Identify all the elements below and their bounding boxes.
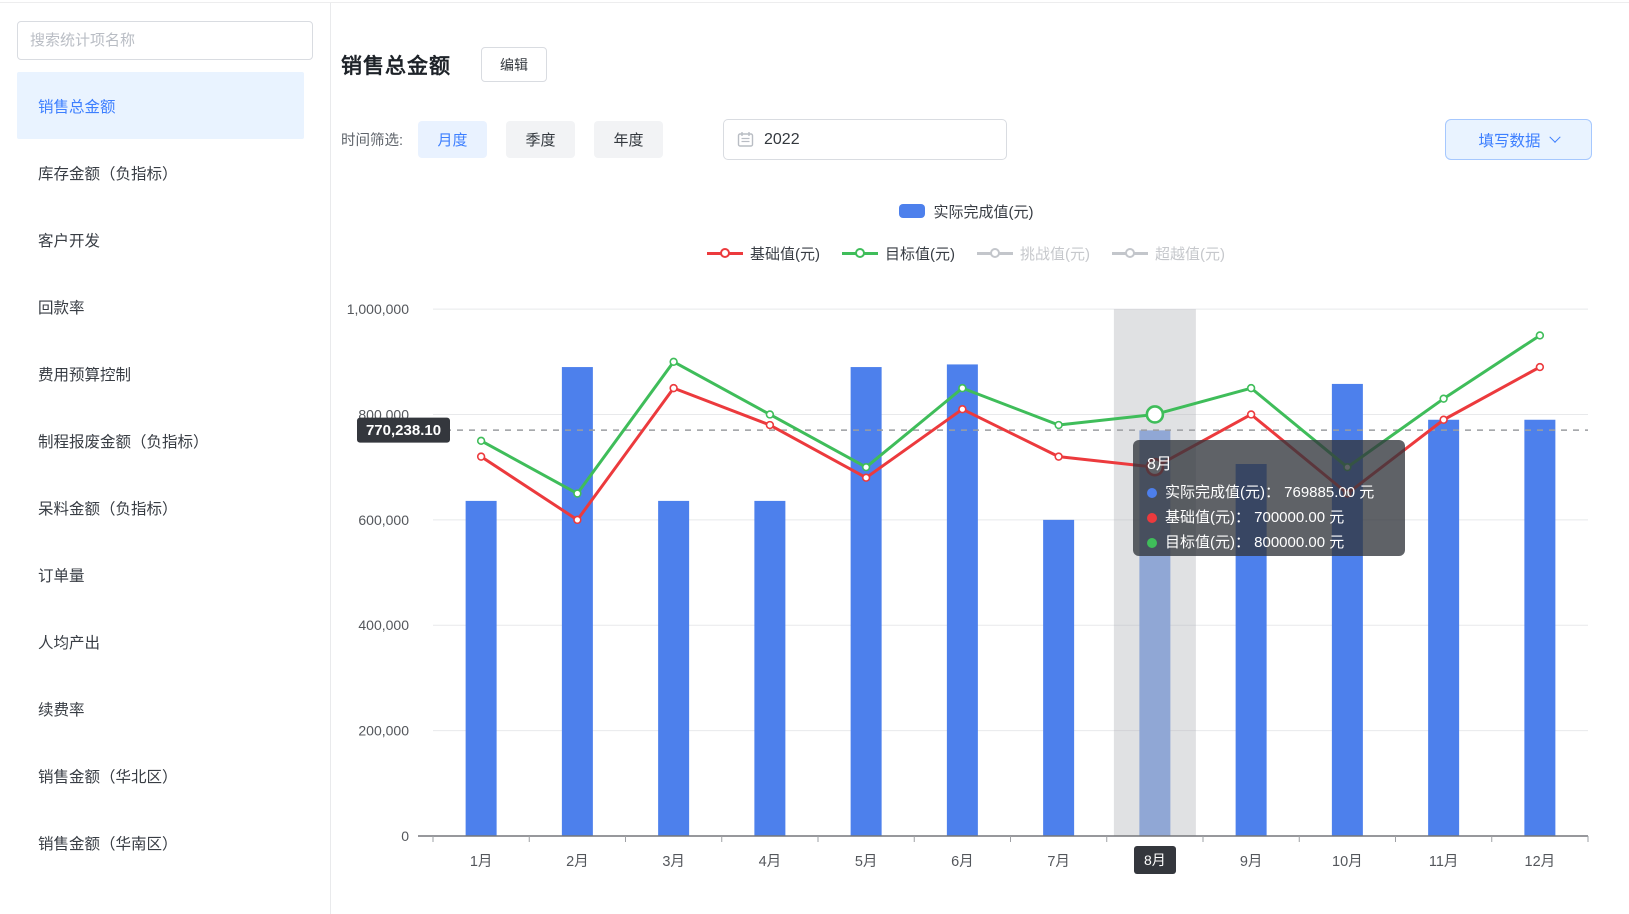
point-基础值(元)-10月 — [1344, 490, 1351, 497]
point-目标值(元)-2月 — [574, 490, 581, 497]
legend-bar-label[interactable]: 实际完成值(元) — [934, 201, 1034, 222]
point-基础值(元)-5月 — [863, 474, 870, 481]
point-基础值(元)-12月 — [1536, 364, 1543, 371]
x-label-5月: 5月 — [818, 846, 914, 874]
bar-5月[interactable] — [851, 367, 882, 836]
x-label-7月: 7月 — [1011, 846, 1107, 874]
x-axis-labels: 1月2月3月4月5月6月7月8月9月10月11月12月 — [433, 846, 1588, 874]
point-目标值(元)-11月 — [1440, 395, 1447, 402]
tab-monthly[interactable]: 月度 — [418, 121, 487, 158]
sidebar-item-sales-total[interactable]: 销售总金额 — [17, 72, 304, 139]
sidebar-item-inventory[interactable]: 库存金额（负指标） — [17, 139, 304, 206]
legend-item-challenge[interactable]: 挑战值(元) — [977, 243, 1090, 264]
x-label-1月: 1月 — [433, 846, 529, 874]
point-目标值(元)-9月 — [1248, 385, 1255, 392]
bar-1月[interactable] — [466, 501, 497, 836]
y-axis-label: 600,000 — [358, 512, 409, 528]
point-基础值(元)-11月 — [1440, 416, 1447, 423]
sidebar-item-sales-north[interactable]: 销售金额（华北区） — [17, 742, 304, 809]
x-label-3月: 3月 — [626, 846, 722, 874]
y-axis-label: 400,000 — [358, 617, 409, 633]
hover-point — [1147, 459, 1163, 475]
bar-10月[interactable] — [1332, 384, 1363, 836]
bar-9月[interactable] — [1236, 464, 1267, 836]
sidebar-item-renewal-rate[interactable]: 续费率 — [17, 675, 304, 742]
edit-button[interactable]: 编辑 — [481, 47, 547, 82]
bar-12月[interactable] — [1524, 420, 1555, 836]
year-value: 2022 — [764, 131, 800, 149]
point-目标值(元)-1月 — [478, 437, 485, 444]
point-目标值(元)-6月 — [959, 385, 966, 392]
x-label-2月: 2月 — [529, 846, 625, 874]
title-row: 销售总金额 编辑 — [341, 47, 547, 82]
legend-item-target[interactable]: 目标值(元) — [842, 243, 955, 264]
legend-line-marker-exceed — [1112, 248, 1148, 258]
sidebar-menu: 销售总金额 库存金额（负指标） 客户开发 回款率 费用预算控制 制程报废金额（负… — [0, 72, 330, 876]
point-目标值(元)-4月 — [766, 411, 773, 418]
x-label-8月: 8月 — [1107, 846, 1203, 874]
search-input[interactable] — [18, 22, 312, 59]
legend-line-marker-target — [842, 248, 878, 258]
average-badge-label: 770,238.10 — [366, 422, 441, 439]
hover-point — [1147, 406, 1163, 422]
bar-3月[interactable] — [658, 501, 689, 836]
point-基础值(元)-3月 — [670, 385, 677, 392]
x-label-6月: 6月 — [914, 846, 1010, 874]
y-axis-label: 1,000,000 — [347, 301, 409, 317]
point-目标值(元)-10月 — [1344, 464, 1351, 471]
legend-bar-row: 实际完成值(元) — [341, 199, 1591, 223]
page-title: 销售总金额 — [341, 50, 451, 80]
bar-7月[interactable] — [1043, 520, 1074, 836]
sidebar: 销售总金额 库存金额（负指标） 客户开发 回款率 费用预算控制 制程报废金额（负… — [0, 3, 331, 914]
point-基础值(元)-6月 — [959, 406, 966, 413]
x-label-11月: 11月 — [1396, 846, 1492, 874]
legend-line-marker-challenge — [977, 248, 1013, 258]
sidebar-item-per-capita-output[interactable]: 人均产出 — [17, 608, 304, 675]
calendar-icon — [737, 131, 754, 148]
point-目标值(元)-3月 — [670, 358, 677, 365]
tab-yearly[interactable]: 年度 — [594, 121, 663, 158]
time-filter-label: 时间筛选: — [341, 129, 403, 150]
y-axis-label: 200,000 — [358, 723, 409, 739]
sidebar-item-collection-rate[interactable]: 回款率 — [17, 273, 304, 340]
sales-chart: 0200,000400,000600,000800,0001,000,00077… — [331, 297, 1588, 897]
legend-item-base[interactable]: 基础值(元) — [707, 243, 820, 264]
chart-svg: 0200,000400,000600,000800,0001,000,00077… — [331, 297, 1588, 842]
year-picker[interactable]: 2022 — [723, 119, 1007, 160]
bar-2月[interactable] — [562, 367, 593, 836]
hover-band — [1114, 309, 1196, 836]
y-axis-label: 0 — [401, 828, 409, 844]
legend-item-exceed[interactable]: 超越值(元) — [1112, 243, 1225, 264]
bar-4月[interactable] — [754, 501, 785, 836]
x-label-10月: 10月 — [1299, 846, 1395, 874]
filter-row: 时间筛选: 月度 季度 年度 2022 — [341, 119, 682, 160]
sidebar-item-sales-south[interactable]: 销售金额（华南区） — [17, 809, 304, 876]
sidebar-item-budget-control[interactable]: 费用预算控制 — [17, 340, 304, 407]
legend-bar-marker — [899, 204, 925, 218]
point-基础值(元)-1月 — [478, 453, 485, 460]
legend-line-marker-base — [707, 248, 743, 258]
point-目标值(元)-7月 — [1055, 422, 1062, 429]
point-目标值(元)-5月 — [863, 464, 870, 471]
tab-quarterly[interactable]: 季度 — [506, 121, 575, 158]
chevron-down-icon — [1549, 131, 1560, 142]
fill-data-button[interactable]: 填写数据 — [1445, 119, 1592, 160]
sidebar-item-customer-dev[interactable]: 客户开发 — [17, 206, 304, 273]
point-目标值(元)-12月 — [1536, 332, 1543, 339]
main-panel: 销售总金额 编辑 时间筛选: 月度 季度 年度 2022 填写数据 实 — [331, 3, 1629, 914]
x-label-12月: 12月 — [1492, 846, 1588, 874]
point-基础值(元)-9月 — [1248, 411, 1255, 418]
sidebar-item-dead-stock[interactable]: 呆料金额（负指标） — [17, 474, 304, 541]
bar-6月[interactable] — [947, 364, 978, 836]
x-label-9月: 9月 — [1203, 846, 1299, 874]
sidebar-item-scrap-amount[interactable]: 制程报废金额（负指标） — [17, 407, 304, 474]
bar-11月[interactable] — [1428, 420, 1459, 836]
sidebar-item-order-volume[interactable]: 订单量 — [17, 541, 304, 608]
point-基础值(元)-2月 — [574, 516, 581, 523]
legend-line-row: 基础值(元) 目标值(元) 挑战值(元) 超越值(元) — [341, 241, 1591, 265]
search-box — [17, 21, 313, 60]
point-基础值(元)-7月 — [1055, 453, 1062, 460]
x-label-4月: 4月 — [722, 846, 818, 874]
point-基础值(元)-4月 — [766, 422, 773, 429]
